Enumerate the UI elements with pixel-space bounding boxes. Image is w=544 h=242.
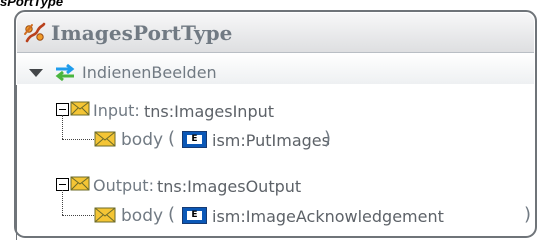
output-message-name: tns:ImagesOutput <box>157 177 302 196</box>
envelope-icon <box>70 176 90 191</box>
caption: sPortType <box>0 0 64 9</box>
close-paren: ) <box>324 128 332 149</box>
input-message-name: tns:ImagesInput <box>144 102 275 121</box>
tree-connector <box>62 115 63 139</box>
tree-connector <box>62 190 63 215</box>
envelope-icon <box>94 207 116 223</box>
envelope-icon <box>70 101 90 116</box>
output-part-label: body <box>121 206 164 226</box>
porttype-panel: ImagesPortType IndienenBeelden Input: tn… <box>14 10 537 240</box>
operation-row[interactable]: IndienenBeelden <box>17 53 534 84</box>
request-response-arrows-icon <box>55 63 75 82</box>
open-paren: ( <box>168 128 176 149</box>
output-element-name: ism:ImageAcknowledgement <box>212 207 444 226</box>
porttype-icon <box>24 22 46 43</box>
input-element-name: ism:PutImages <box>212 131 330 150</box>
open-paren: ( <box>168 204 176 225</box>
porttype-title: ImagesPortType <box>51 21 233 45</box>
input-part-label: body <box>121 130 164 150</box>
close-paren: ) <box>524 204 532 225</box>
operation-name: IndienenBeelden <box>82 63 217 82</box>
element-icon: E <box>182 207 207 224</box>
tree-connector <box>62 139 96 140</box>
element-icon: E <box>182 131 207 148</box>
tree-connector <box>62 215 96 216</box>
left-border-line <box>16 85 17 240</box>
output-label: Output: <box>93 176 154 195</box>
porttype-header[interactable]: ImagesPortType <box>17 13 534 53</box>
envelope-icon <box>94 131 116 147</box>
input-label: Input: <box>93 101 140 120</box>
triangle-down-icon[interactable] <box>29 69 43 77</box>
